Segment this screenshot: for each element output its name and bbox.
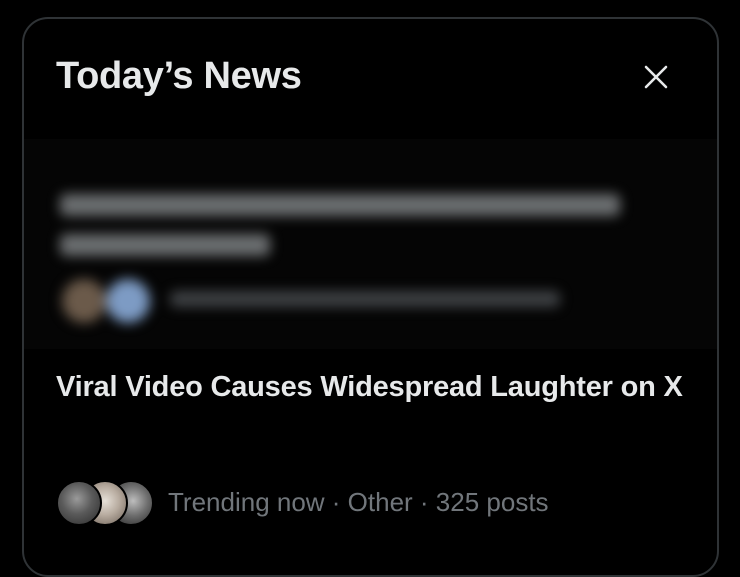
avatar-icon: [56, 480, 102, 526]
news-story[interactable]: Viral Video Causes Widespread Laughter o…: [56, 367, 696, 526]
blurred-meta-line: [170, 291, 560, 307]
avatar-stack: [56, 479, 160, 526]
blurred-avatar: [62, 279, 106, 323]
panel-title: Today’s News: [56, 55, 302, 97]
story-meta: Trending now · Other · 325 posts: [56, 479, 549, 526]
blurred-headline-line: [60, 194, 620, 216]
todays-news-panel: Today’s News Viral Video Causes Widespre…: [22, 17, 719, 577]
story-meta-text: Trending now · Other · 325 posts: [168, 486, 549, 517]
blurred-headline-line: [60, 234, 270, 256]
close-button[interactable]: [636, 57, 676, 97]
close-icon: [644, 65, 668, 89]
story-headline[interactable]: Viral Video Causes Widespread Laughter o…: [56, 367, 696, 407]
blurred-avatar: [106, 279, 150, 323]
blurred-news-story[interactable]: [24, 139, 717, 349]
